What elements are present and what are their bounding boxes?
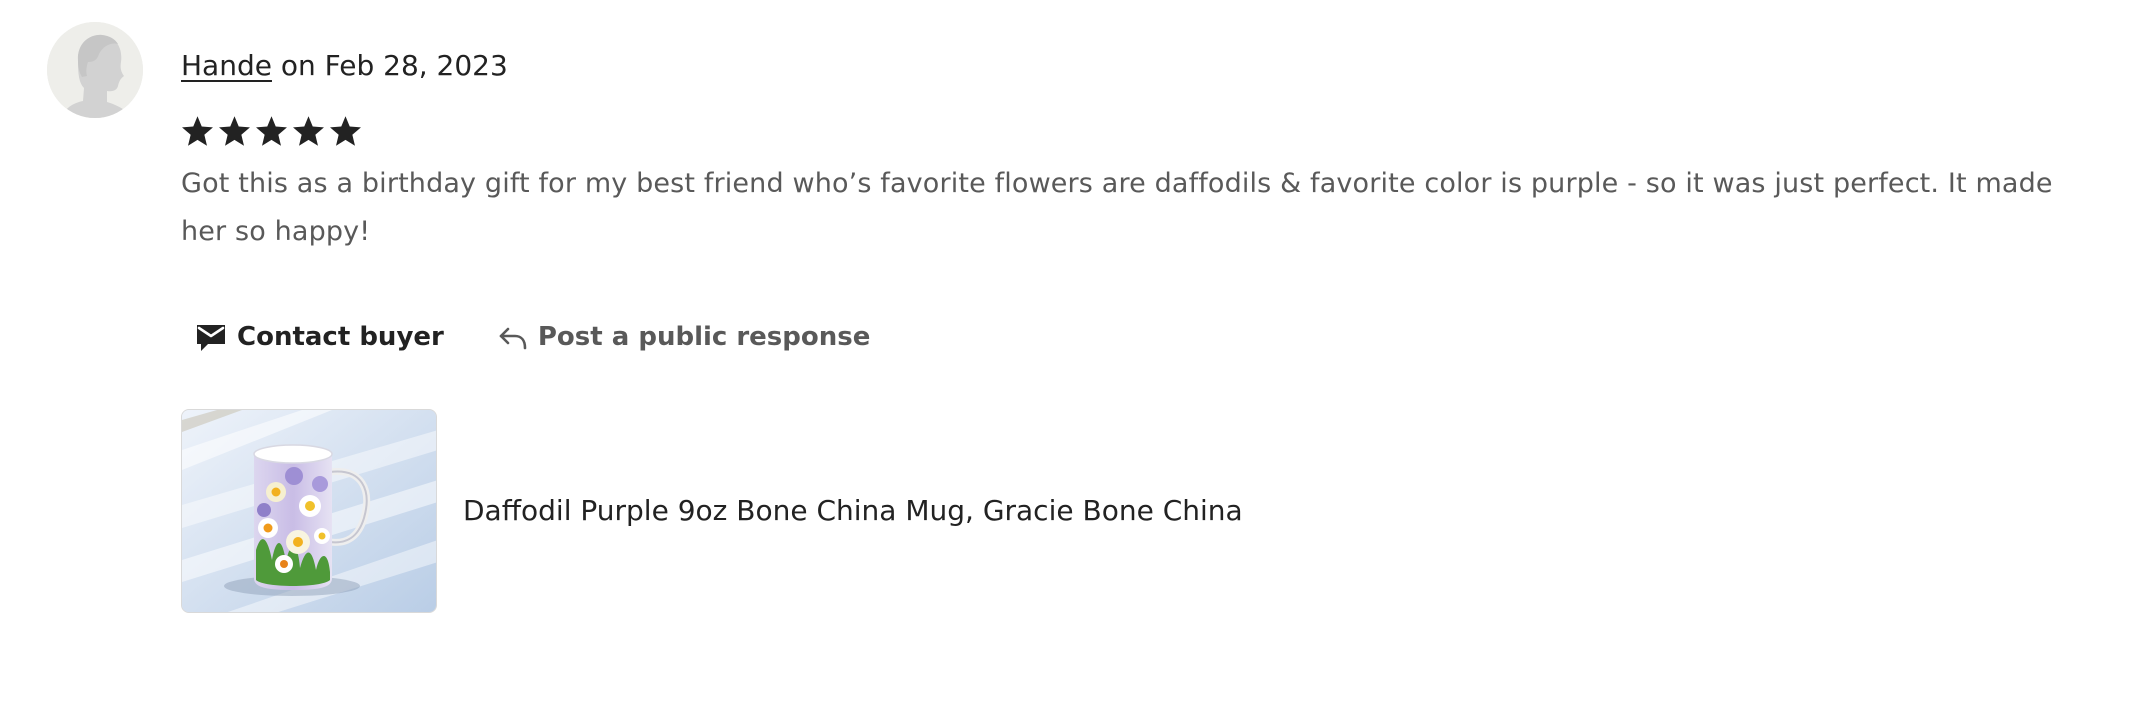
post-public-response-button[interactable]: Post a public response (484, 314, 885, 360)
star-rating (180, 114, 363, 149)
review-date: on Feb 28, 2023 (280, 49, 508, 82)
contact-buyer-button[interactable]: Contact buyer (181, 314, 458, 360)
review-card: Hande on Feb 28, 2023 Got this as a birt… (0, 0, 2130, 702)
reply-arrow-icon (498, 322, 528, 352)
listing-thumbnail[interactable] (181, 409, 437, 613)
star-filled-icon (330, 116, 361, 146)
star-filled-icon (256, 116, 287, 146)
star-filled-icon (293, 116, 324, 146)
listing-title[interactable]: Daffodil Purple 9oz Bone China Mug, Grac… (463, 491, 1243, 531)
review-actions: Contact buyer Post a public response (181, 314, 884, 360)
reviewer-avatar[interactable] (47, 22, 143, 118)
user-silhouette-icon (47, 22, 143, 118)
star-filled-icon (182, 116, 213, 146)
review-meta: Hande on Feb 28, 2023 (181, 46, 508, 86)
purchased-listing[interactable]: Daffodil Purple 9oz Bone China Mug, Grac… (181, 409, 1243, 613)
post-public-response-label: Post a public response (537, 322, 871, 352)
envelope-icon (195, 321, 227, 353)
contact-buyer-label: Contact buyer (237, 322, 444, 352)
review-text: Got this as a birthday gift for my best … (181, 168, 2053, 247)
reviewer-name-link[interactable]: Hande (181, 49, 272, 82)
star-filled-icon (219, 116, 250, 146)
